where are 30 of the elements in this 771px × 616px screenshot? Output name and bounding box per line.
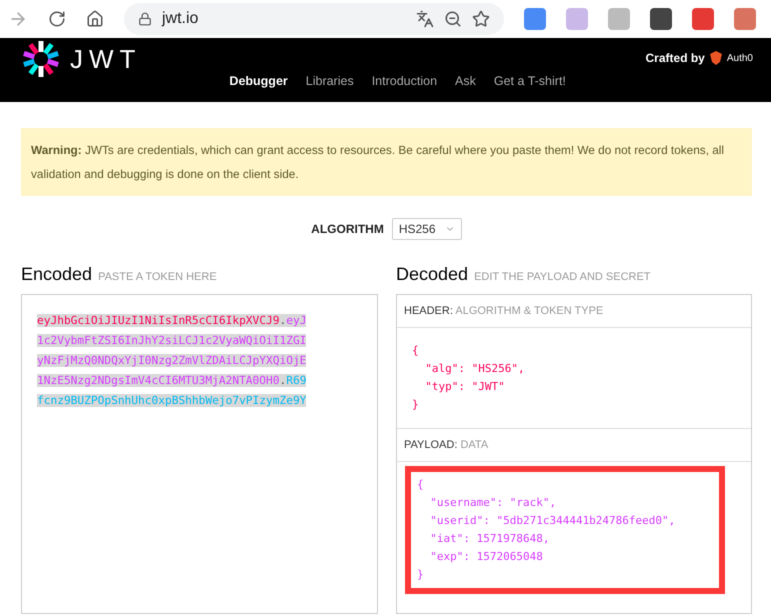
home-icon[interactable] [86, 10, 104, 28]
warning-message: Warning: JWTs are credentials, which can grant access to resources. Be careful where you paste them! We do not record tokens, all validation and debugging is done on the client side. [21, 128, 752, 196]
translate-icon[interactable] [416, 10, 434, 28]
encoded-title: Encoded [21, 264, 92, 285]
nav-link[interactable]: Introduction [372, 74, 438, 88]
logo-text[interactable]: JWT [70, 44, 142, 74]
algorithm-select[interactable]: HS256 [392, 218, 462, 240]
header-section-label: HEADER: ALGORITHM & TOKEN TYPE [397, 295, 751, 328]
address-text: jwt.io [162, 10, 200, 28]
logo-icon[interactable] [22, 40, 60, 78]
nav-link[interactable]: Debugger [229, 74, 288, 88]
decoded-title: Decoded [396, 264, 468, 285]
algorithm-label: ALGORITHM [311, 222, 384, 236]
nav-link[interactable]: Libraries [306, 74, 354, 88]
nav-link[interactable]: Ask [455, 74, 476, 88]
reload-icon[interactable] [48, 10, 66, 28]
nav-link[interactable]: Get a T-shirt! [494, 74, 566, 88]
zoom-icon[interactable] [444, 10, 462, 28]
address-bar[interactable]: jwt.io [124, 3, 504, 35]
decoded-hint: EDIT THE PAYLOAD AND SECRET [474, 271, 651, 283]
brand-text[interactable]: Auth0 [726, 52, 753, 64]
encoded-token-field[interactable]: eyJhbGciOiJIUzI1NiIsInR5cCI6IkpXVCJ9.eyJ 1c2VybmFtZSI6InJhY2siLCJ1c2VyaWQiOiI1ZGI yNzFjMzQ0NDQxYjI0Nzg2ZmVlZDAiLCJpYXQiOjE 1NzE5Nzg2NDgsImV4cCI6MTU3MjA2NTA0OH0.R69 fcnz9BUZPOpSnhUhc0xpBShhbWejo7vPIzymZe9Y [21, 294, 378, 614]
lock-icon [138, 12, 152, 26]
payload-json-field[interactable]: { "username": "rack", "userid": "5db271c344441b24786feed0", "iat": 1571978648, "exp": 1572065048 } [405, 466, 725, 594]
header-json-field[interactable]: { "alg": "HS256", "typ": "JWT" } [397, 328, 751, 428]
encoded-hint: PASTE A TOKEN HERE [98, 271, 217, 283]
shield-icon[interactable] [708, 51, 723, 65]
crafted-by-text: Crafted by [646, 51, 705, 65]
payload-section-label: PAYLOAD: DATA [397, 428, 751, 462]
bookmark-icon[interactable] [472, 10, 490, 28]
